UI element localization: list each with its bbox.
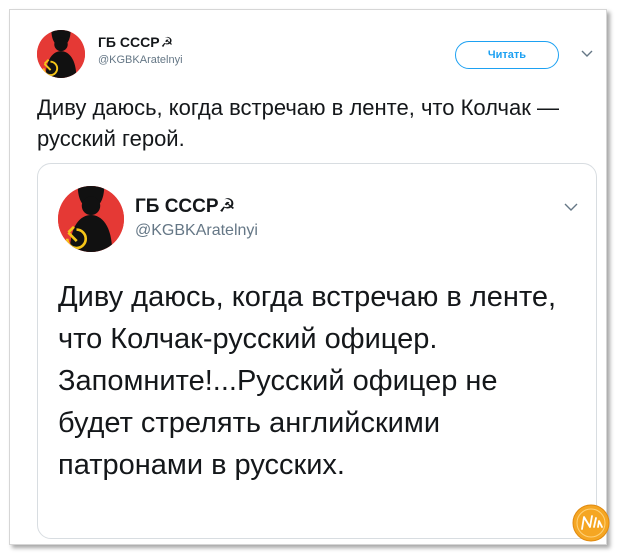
hammer-sickle-avatar-icon [37, 30, 85, 78]
quoted-tweet[interactable]: ГБ СССР☭ @KGBKAratelnyi Диву даюсь, когд… [37, 163, 597, 539]
avatar[interactable] [37, 30, 85, 78]
quoted-tweet-text: Диву даюсь, когда встречаю в ленте, что … [58, 281, 557, 481]
tweet: ГБ СССР☭ @KGBKAratelnyi Читать Диву даюс… [10, 10, 611, 546]
chevron-down-icon[interactable] [564, 202, 578, 213]
watermark-logo [571, 503, 611, 543]
display-name[interactable]: ГБ СССР☭ [98, 34, 173, 51]
watermark-icon [572, 504, 610, 542]
tweet-text: Диву даюсь, когда встречаю в ленте, что … [37, 95, 559, 151]
hammer-sickle-icon: ☭ [218, 196, 236, 217]
hammer-sickle-icon: ☭ [160, 34, 174, 50]
follow-button[interactable]: Читать [455, 41, 559, 69]
screenshot-frame: ГБ СССР☭ @KGBKAratelnyi Читать Диву даюс… [9, 9, 611, 546]
hammer-sickle-avatar-icon [58, 186, 124, 252]
quoted-avatar[interactable] [58, 186, 124, 252]
handle[interactable]: @KGBKAratelnyi [98, 54, 183, 66]
chevron-down-icon[interactable] [581, 49, 593, 59]
quoted-handle[interactable]: @KGBKAratelnyi [135, 222, 258, 240]
display-name-text: ГБ СССР [98, 34, 160, 50]
quoted-display-name[interactable]: ГБ СССР☭ [135, 195, 236, 218]
quoted-display-name-text: ГБ СССР [135, 196, 219, 217]
